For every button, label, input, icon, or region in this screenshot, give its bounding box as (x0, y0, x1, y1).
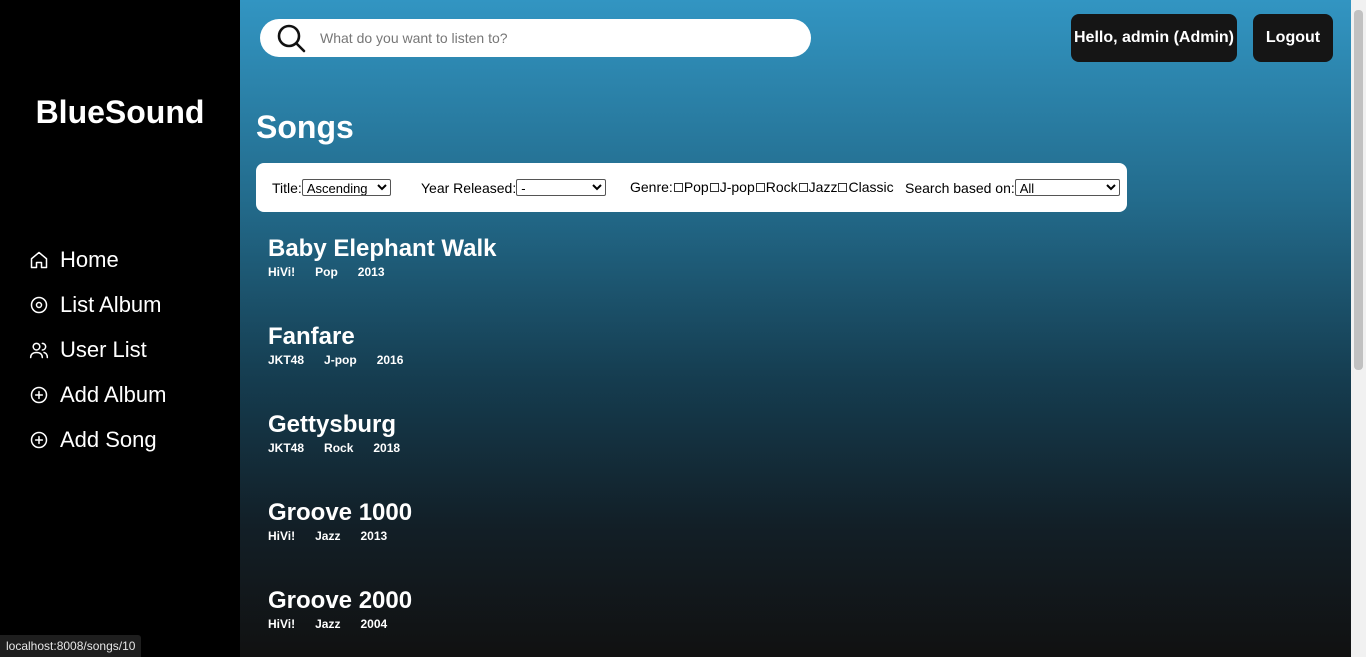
genre-checkbox-jpop[interactable] (709, 182, 719, 192)
song-artist: HiVi! (268, 529, 296, 543)
search-based-select[interactable]: All (1014, 179, 1120, 196)
search-icon[interactable] (276, 23, 306, 53)
song-year: 2016 (376, 353, 404, 367)
sidebar-item-label: List Album (60, 291, 162, 317)
page-scrollbar[interactable] (1351, 0, 1366, 657)
main-content: Hello, admin (Admin) Logout Songs Title:… (240, 0, 1351, 657)
year-filter-label: Year Released: (421, 179, 517, 196)
sidebar-item-add-album[interactable]: Add Album (29, 372, 166, 417)
song-title[interactable]: Groove 1000 (268, 499, 412, 527)
home-icon (30, 251, 48, 268)
sidebar-item-add-song[interactable]: Add Song (29, 417, 166, 462)
song-year: 2013 (357, 265, 385, 279)
year-filter: Year Released: - (421, 179, 607, 196)
song-artist: HiVi! (268, 617, 296, 631)
song-artist: JKT48 (268, 441, 305, 455)
song-title[interactable]: Fanfare (268, 323, 423, 351)
sidebar-item-label: User List (60, 336, 147, 362)
song-year: 2013 (360, 529, 388, 543)
song-genre: Pop (315, 265, 338, 279)
genre-checkbox-pop[interactable] (673, 182, 683, 192)
sidebar-item-list-album[interactable]: List Album (29, 282, 166, 327)
song-title[interactable]: Groove 2000 (268, 587, 412, 615)
sidebar-item-label: Home (60, 246, 119, 272)
genre-checkbox-classic[interactable] (838, 182, 848, 192)
plus-circle-icon (30, 431, 48, 448)
song-genre: Jazz (315, 617, 341, 631)
song-genre: J-pop (324, 353, 357, 367)
genre-label-pop: Pop (683, 179, 709, 195)
sidebar-item-home[interactable]: Home (29, 237, 166, 282)
browser-status-url: localhost:8008/songs/10 (0, 635, 142, 657)
song-title[interactable]: Baby Elephant Walk (268, 235, 497, 263)
song-artist: JKT48 (268, 353, 305, 367)
sidebar-item-user-list[interactable]: User List (29, 327, 166, 372)
song-genre: Jazz (315, 529, 341, 543)
users-icon (29, 342, 49, 358)
genre-label-jpop: J-pop (719, 179, 755, 195)
search-input[interactable] (318, 29, 782, 47)
disc-icon (30, 296, 48, 313)
sidebar-item-label: Add Song (60, 426, 157, 452)
genre-filter: Genre: Pop J-pop Rock Jazz Classic (630, 179, 894, 195)
search-based-label: Search based on: (905, 179, 1015, 196)
filter-bar: Title: Ascending Year Released: - Genre:… (256, 163, 1127, 212)
song-artist: HiVi! (268, 265, 296, 279)
song-genre: Rock (324, 441, 354, 455)
brand-logo[interactable]: BlueSound (0, 94, 240, 131)
genre-checkbox-jazz[interactable] (798, 182, 808, 192)
song-item[interactable]: Gettysburg JKT48 Rock 2018 (268, 411, 420, 455)
year-select[interactable]: - (516, 179, 607, 196)
search-bar[interactable] (260, 19, 811, 57)
genre-label-jazz: Jazz (808, 179, 838, 195)
genre-label-rock: Rock (765, 179, 798, 195)
song-item[interactable]: Fanfare JKT48 J-pop 2016 (268, 323, 423, 367)
genre-checkbox-rock[interactable] (755, 182, 765, 192)
scrollbar-thumb[interactable] (1354, 10, 1363, 370)
song-item[interactable]: Groove 2000 HiVi! Jazz 2004 (268, 587, 412, 631)
title-filter: Title: Ascending (272, 179, 391, 196)
page-title: Songs (256, 109, 354, 145)
song-year: 2018 (373, 441, 401, 455)
logout-button[interactable]: Logout (1253, 14, 1333, 62)
genre-label-classic: Classic (848, 179, 894, 195)
user-greeting-button[interactable]: Hello, admin (Admin) (1071, 14, 1237, 62)
sidebar-nav: Home List Album User List Add Album Add … (29, 237, 166, 462)
sidebar-item-label: Add Album (60, 381, 167, 407)
song-item[interactable]: Baby Elephant Walk HiVi! Pop 2013 (268, 235, 497, 279)
song-year: 2004 (360, 617, 388, 631)
search-based-filter: Search based on: All (905, 179, 1120, 196)
genre-filter-label: Genre: (630, 179, 673, 195)
plus-circle-icon (30, 386, 48, 403)
title-sort-select[interactable]: Ascending (301, 179, 391, 196)
song-item[interactable]: Groove 1000 HiVi! Jazz 2013 (268, 499, 412, 543)
title-filter-label: Title: (272, 179, 302, 196)
song-title[interactable]: Gettysburg (268, 411, 420, 439)
sidebar: BlueSound Home List Album User List Add … (0, 0, 240, 657)
